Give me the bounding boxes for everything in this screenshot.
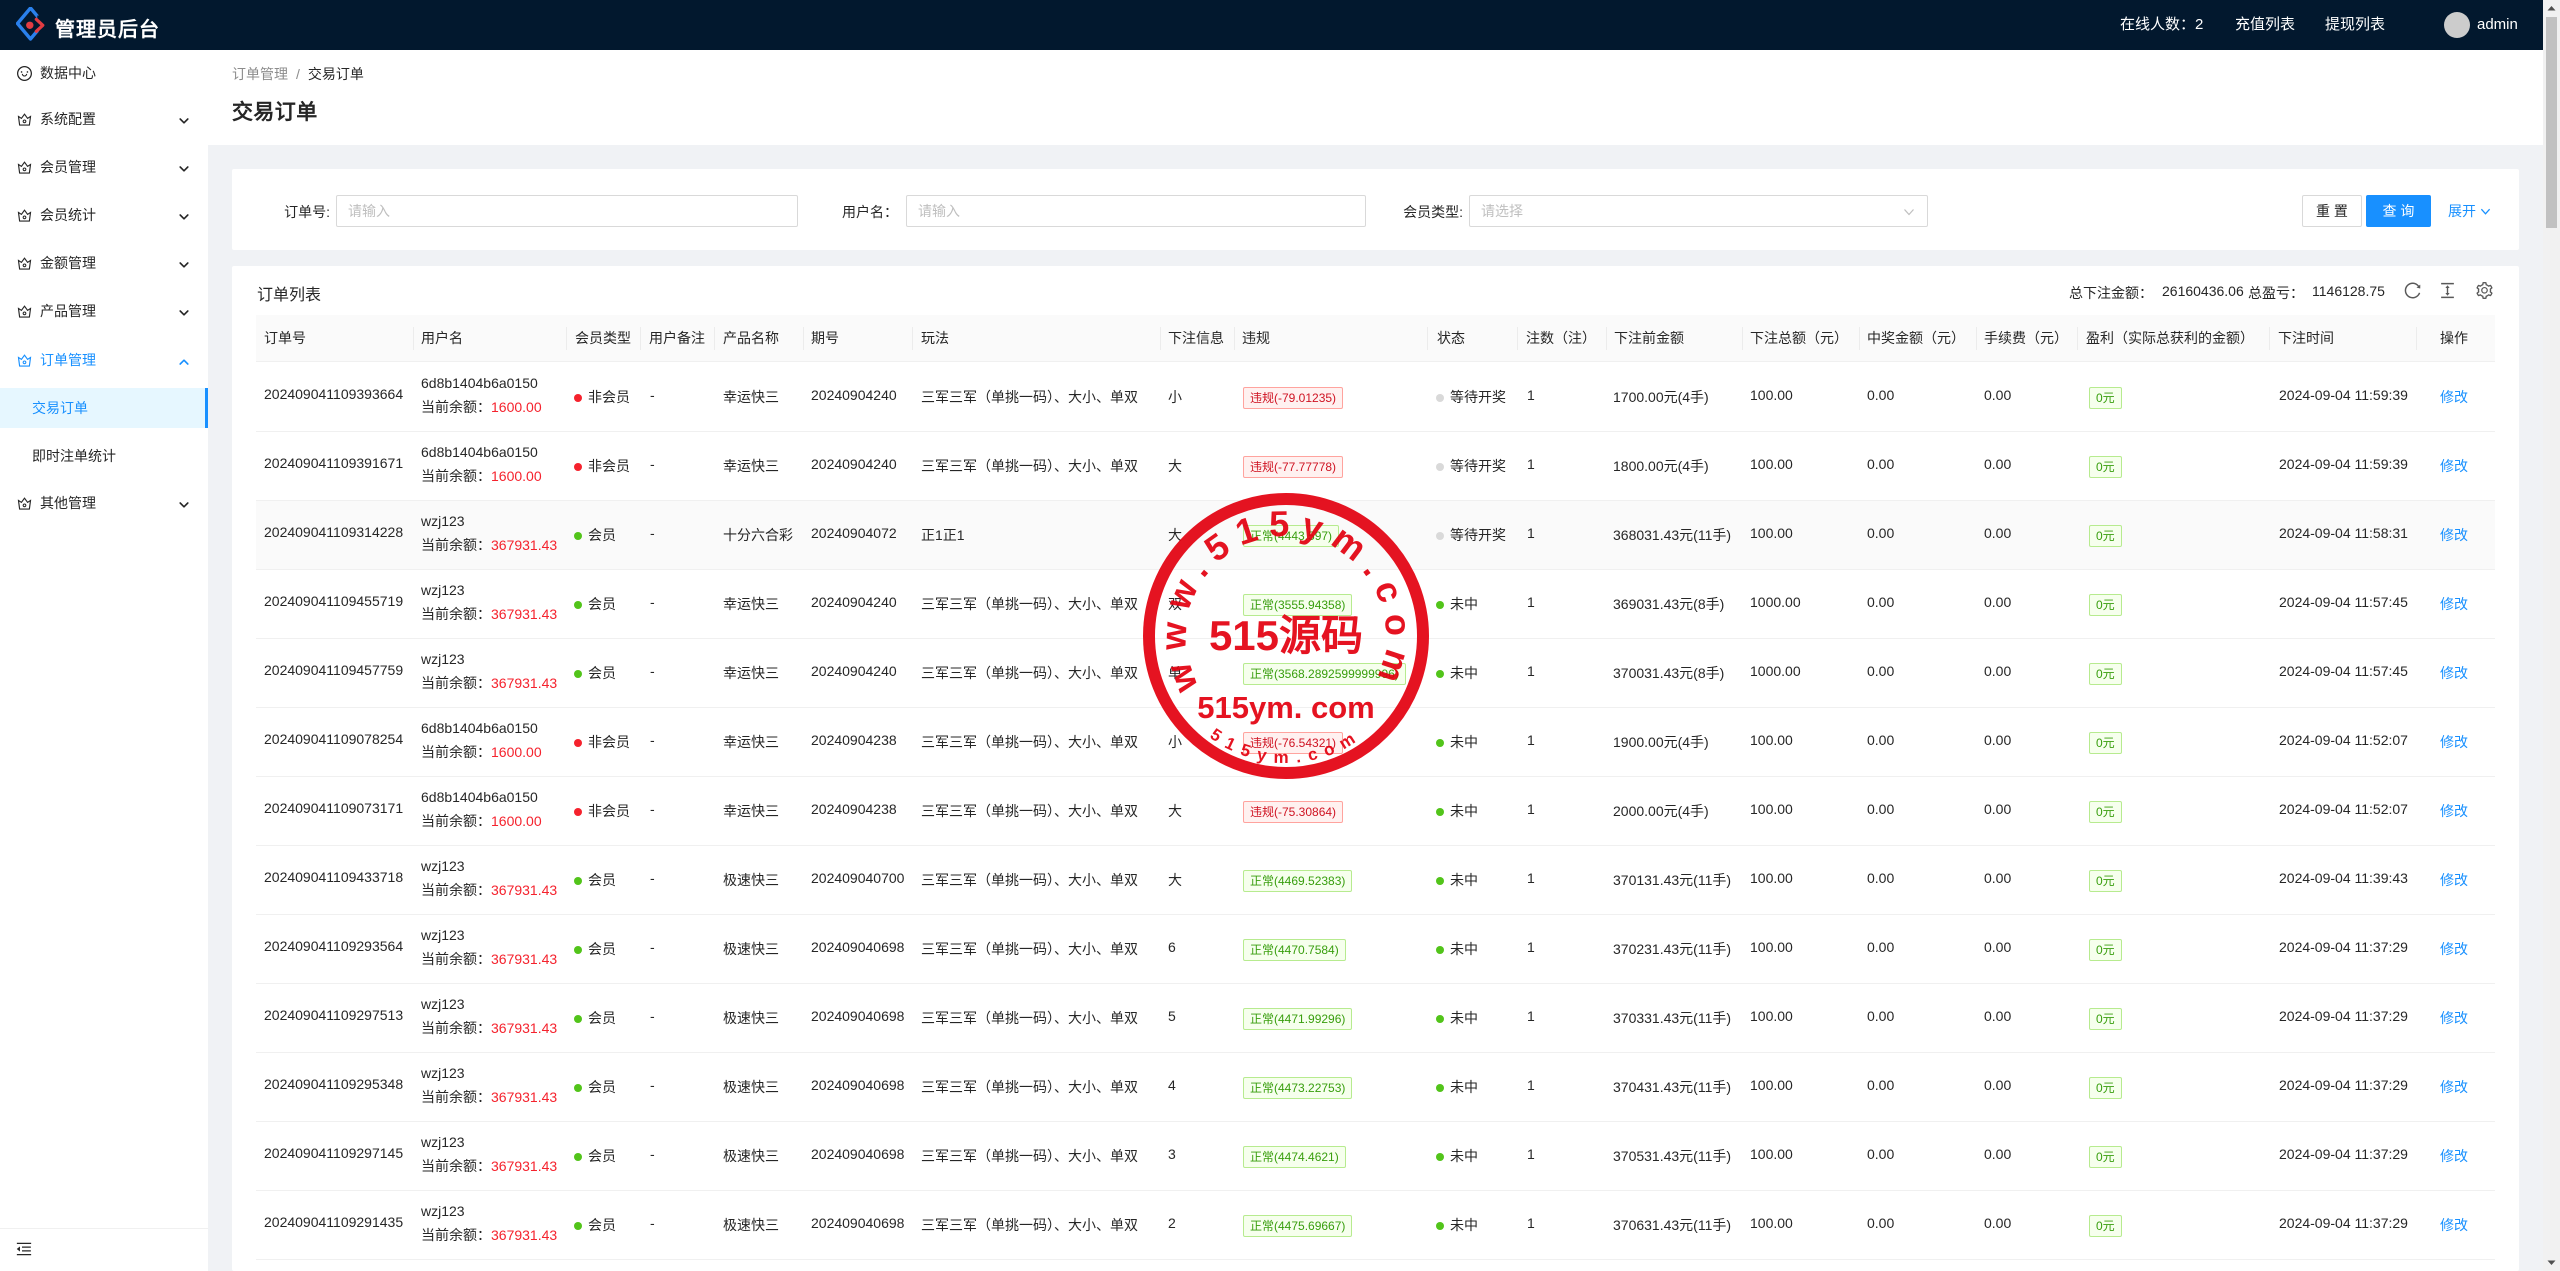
svg-text:515源码: 515源码 bbox=[1209, 612, 1363, 659]
svg-text:515ym. com: 515ym. com bbox=[1197, 690, 1375, 725]
